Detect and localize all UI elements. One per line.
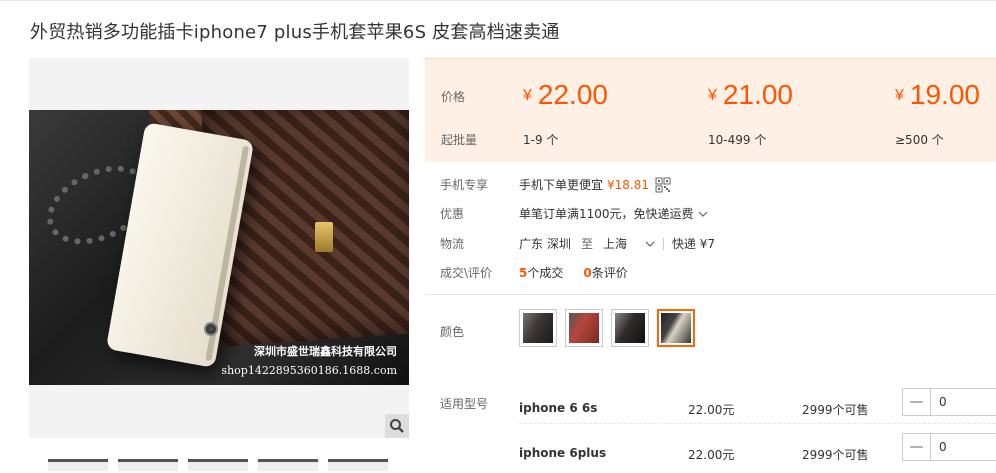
- promo-text: 单笔订单满1100元，免快递运费: [519, 207, 694, 221]
- tier-range-1: 1-9 个: [523, 133, 559, 147]
- qrcode-icon[interactable]: [655, 177, 671, 193]
- destination-select[interactable]: 上海: [603, 235, 655, 252]
- tier-range-2: 10-499 个: [708, 133, 767, 147]
- tier-range-3: ≥500 个: [895, 133, 944, 147]
- review-count: 0: [583, 266, 592, 280]
- tier-price-1: ¥22.00: [523, 79, 608, 110]
- mobile-label: 手机专享: [440, 178, 489, 192]
- minus-button[interactable]: —: [903, 389, 931, 415]
- mobile-text: 手机下单更便宜: [519, 178, 604, 192]
- model-price: 22.00元: [688, 403, 735, 417]
- product-photo[interactable]: 深圳市盛世瑞鑫科技有限公司 shop1422895360186.1688.com: [29, 110, 409, 385]
- color-option-dark[interactable]: [611, 309, 649, 347]
- thumbnail[interactable]: [118, 459, 178, 471]
- minus-button[interactable]: —: [903, 434, 931, 460]
- chevron-down-icon: [698, 210, 708, 218]
- thumbnail[interactable]: [258, 459, 318, 471]
- deals-text: 个成交: [527, 266, 564, 280]
- price-label: 价格: [441, 90, 466, 104]
- to-word: 至: [581, 237, 594, 251]
- thumbnail-strip: [48, 459, 388, 471]
- swatch-image: [523, 313, 553, 343]
- swatch-image: [661, 313, 691, 343]
- reviews-info: 5个成交 0条评价: [519, 264, 628, 281]
- mobile-offer[interactable]: 手机下单更便宜 ¥18.81: [519, 176, 671, 193]
- thumbnail[interactable]: [328, 459, 388, 471]
- divider: [662, 237, 664, 250]
- tier-price-3: ¥19.00: [895, 79, 980, 110]
- model-stock: 2999个可售: [802, 448, 869, 462]
- to-city: 上海: [603, 237, 628, 251]
- min-qty-label: 起批量: [441, 133, 478, 147]
- watermark-url: shop1422895360186.1688.com: [221, 364, 397, 377]
- color-options: [519, 309, 695, 347]
- from-province: 广东: [519, 237, 544, 251]
- photo-box-clasp: [315, 222, 333, 252]
- section-divider: [425, 294, 996, 295]
- model-row: iphone 6plus 22.00元 2999个可售 — 0: [519, 433, 996, 473]
- logistics-info: 广东 深圳 至 上海 快递 ¥7: [519, 235, 715, 252]
- thumbnail[interactable]: [48, 459, 108, 471]
- watermark-company: 深圳市盛世瑞鑫科技有限公司: [254, 345, 397, 358]
- quantity-input[interactable]: 0: [931, 434, 996, 460]
- tier-price-2: ¥21.00: [708, 79, 793, 110]
- reviews-link[interactable]: 0条评价: [583, 264, 627, 281]
- chevron-down-icon: [645, 240, 655, 248]
- color-option-red[interactable]: [565, 309, 603, 347]
- quantity-stepper: — 0: [902, 388, 996, 416]
- model-row: iphone 6 6s 22.00元 2999个可售 — 0: [519, 388, 996, 428]
- models-label: 适用型号: [440, 397, 489, 411]
- model-price: 22.00元: [688, 448, 735, 462]
- model-name: iphone 6plus: [519, 446, 607, 460]
- swatch-image: [569, 313, 599, 343]
- swatch-image: [615, 313, 645, 343]
- product-title: 外贸热销多功能插卡iphone7 plus手机套苹果6S 皮套高档速卖通: [30, 22, 560, 43]
- deals-link[interactable]: 5个成交: [519, 264, 563, 281]
- row-divider: [519, 423, 996, 424]
- mobile-price: ¥18.81: [607, 177, 650, 192]
- photo-case-button: [204, 322, 218, 336]
- reviews-label: 成交\评价: [440, 266, 493, 280]
- price-panel: 价格 起批量 ¥22.00 1-9 个 ¥21.00 10-499 个 ¥19.…: [425, 58, 996, 162]
- image-gallery[interactable]: 深圳市盛世瑞鑫科技有限公司 shop1422895360186.1688.com: [29, 58, 409, 438]
- top-divider: [0, 0, 996, 3]
- express-fee: 快递 ¥7: [671, 237, 715, 251]
- promo-dropdown[interactable]: 单笔订单满1100元，免快递运费: [519, 205, 708, 222]
- thumbnail[interactable]: [188, 459, 248, 471]
- review-text: 条评价: [591, 266, 628, 280]
- model-name: iphone 6 6s: [519, 401, 598, 415]
- model-stock: 2999个可售: [802, 403, 869, 417]
- from-city: 深圳: [547, 237, 572, 251]
- logistics-label: 物流: [440, 237, 465, 251]
- promo-label: 优惠: [440, 207, 465, 221]
- color-option-black[interactable]: [519, 309, 557, 347]
- magnifier-icon[interactable]: [385, 414, 409, 438]
- color-option-white[interactable]: [657, 309, 695, 347]
- color-label: 颜色: [440, 325, 465, 339]
- quantity-input[interactable]: 0: [931, 389, 996, 415]
- quantity-stepper: — 0: [902, 433, 996, 461]
